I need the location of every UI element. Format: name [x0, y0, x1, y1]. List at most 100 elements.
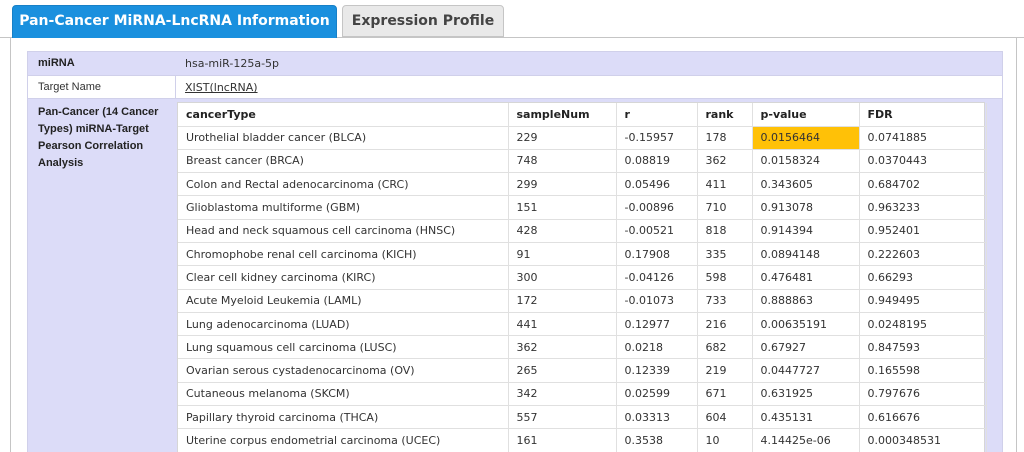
cell-r: -0.00896	[616, 195, 698, 220]
cell-p-value: 4.14425e-06	[752, 428, 860, 452]
info-table: miRNA hsa-miR-125a-5p Target Name XIST(l…	[27, 51, 1003, 452]
cell-cancer-type: Uterine corpus endometrial carcinoma (UC…	[178, 428, 509, 452]
table-row: Ovarian serous cystadenocarcinoma (OV) 2…	[178, 358, 987, 383]
tab-mirna-lncrna-information[interactable]: Pan-Cancer MiRNA-LncRNA Information	[12, 5, 337, 39]
cell-sample-num: 748	[508, 149, 617, 174]
cell-sample-num: 557	[508, 405, 617, 430]
cell-sample-num: 229	[508, 126, 617, 150]
cell-sample-num: 362	[508, 335, 617, 360]
cell-rank: 219	[697, 358, 753, 383]
cell-p-value: 0.631925	[752, 382, 860, 407]
tab-panel: miRNA hsa-miR-125a-5p Target Name XIST(l…	[10, 38, 1017, 452]
header-p-value[interactable]: p-value	[752, 103, 860, 127]
cell-cancer-type: Lung squamous cell carcinoma (LUSC)	[178, 335, 509, 360]
table-row: Colon and Rectal adenocarcinoma (CRC) 29…	[178, 172, 987, 197]
cell-fdr: 0.0741885	[859, 126, 987, 150]
cell-r: 0.05496	[616, 172, 698, 197]
target-link[interactable]: XIST(lncRNA)	[185, 81, 258, 94]
header-rank[interactable]: rank	[697, 103, 753, 127]
cell-rank: 818	[697, 219, 753, 243]
cell-rank: 362	[697, 149, 753, 174]
mirna-row: miRNA hsa-miR-125a-5p	[28, 52, 1002, 75]
cell-rank: 604	[697, 405, 753, 430]
cell-p-value: 0.435131	[752, 405, 860, 430]
cell-r: -0.04126	[616, 265, 698, 290]
cell-rank: 671	[697, 382, 753, 407]
correlation-table: cancerType sampleNum r rank p-value FDR …	[178, 103, 987, 452]
header-fdr[interactable]: FDR	[859, 103, 987, 127]
correlation-table-wrapper: cancerType sampleNum r rank p-value FDR …	[177, 102, 987, 452]
table-row: Papillary thyroid carcinoma (THCA) 557 0…	[178, 405, 987, 430]
cell-cancer-type: Acute Myeloid Leukemia (LAML)	[178, 289, 509, 313]
table-row: Glioblastoma multiforme (GBM) 151 -0.008…	[178, 195, 987, 220]
table-row: Clear cell kidney carcinoma (KIRC) 300 -…	[178, 265, 987, 290]
header-r[interactable]: r	[616, 103, 698, 127]
cell-sample-num: 151	[508, 195, 617, 220]
cell-p-value: 0.67927	[752, 335, 860, 360]
cell-rank: 178	[697, 126, 753, 150]
tab-bar: Pan-Cancer MiRNA-LncRNA Information Expr…	[0, 0, 1024, 39]
cell-fdr: 0.797676	[859, 382, 987, 407]
cell-sample-num: 441	[508, 312, 617, 337]
cell-fdr: 0.000348531	[859, 428, 987, 452]
cell-fdr: 0.66293	[859, 265, 987, 290]
cell-fdr: 0.165598	[859, 358, 987, 383]
mirna-label: miRNA	[38, 57, 75, 69]
cell-p-value: 0.00635191	[752, 312, 860, 337]
cell-rank: 682	[697, 335, 753, 360]
cell-r: 0.02599	[616, 382, 698, 407]
cell-sample-num: 161	[508, 428, 617, 452]
cell-sample-num: 300	[508, 265, 617, 290]
cell-cancer-type: Colon and Rectal adenocarcinoma (CRC)	[178, 172, 509, 197]
cell-sample-num: 299	[508, 172, 617, 197]
cell-fdr: 0.684702	[859, 172, 987, 197]
cell-cancer-type: Papillary thyroid carcinoma (THCA)	[178, 405, 509, 430]
cell-sample-num: 91	[508, 242, 617, 267]
cell-fdr: 0.847593	[859, 335, 987, 360]
cell-cancer-type: Head and neck squamous cell carcinoma (H…	[178, 219, 509, 243]
analysis-label: Pan-Cancer (14 Cancer Types) miRNA-Targe…	[38, 106, 159, 169]
cell-p-value: 0.476481	[752, 265, 860, 290]
table-row: Uterine corpus endometrial carcinoma (UC…	[178, 428, 987, 452]
table-row: Urothelial bladder cancer (BLCA) 229 -0.…	[178, 126, 987, 150]
cell-p-value: 0.914394	[752, 219, 860, 243]
cell-p-value: 0.913078	[752, 195, 860, 220]
table-row: Head and neck squamous cell carcinoma (H…	[178, 219, 987, 243]
cell-rank: 710	[697, 195, 753, 220]
cell-r: -0.01073	[616, 289, 698, 313]
cell-r: 0.3538	[616, 428, 698, 452]
cell-cancer-type: Lung adenocarcinoma (LUAD)	[178, 312, 509, 337]
cell-cancer-type: Breast cancer (BRCA)	[178, 149, 509, 174]
cell-rank: 598	[697, 265, 753, 290]
mirna-value: hsa-miR-125a-5p	[185, 57, 280, 70]
analysis-row: Pan-Cancer (14 Cancer Types) miRNA-Targe…	[28, 98, 1002, 452]
target-row: Target Name XIST(lncRNA)	[28, 75, 1002, 98]
cell-rank: 216	[697, 312, 753, 337]
cell-r: 0.12339	[616, 358, 698, 383]
cell-r: -0.00521	[616, 219, 698, 243]
cell-p-value: 0.0447727	[752, 358, 860, 383]
cell-fdr: 0.963233	[859, 195, 987, 220]
header-cancer-type[interactable]: cancerType	[178, 103, 509, 127]
cell-rank: 10	[697, 428, 753, 452]
cell-fdr: 0.949495	[859, 289, 987, 313]
cell-fdr: 0.222603	[859, 242, 987, 267]
cell-rank: 335	[697, 242, 753, 267]
tab-expression-profile[interactable]: Expression Profile	[342, 5, 504, 37]
cell-sample-num: 342	[508, 382, 617, 407]
cell-sample-num: 265	[508, 358, 617, 383]
cell-cancer-type: Ovarian serous cystadenocarcinoma (OV)	[178, 358, 509, 383]
cell-r: 0.17908	[616, 242, 698, 267]
cell-r: 0.0218	[616, 335, 698, 360]
cell-p-value: 0.343605	[752, 172, 860, 197]
cell-cancer-type: Chromophobe renal cell carcinoma (KICH)	[178, 242, 509, 267]
cell-cancer-type: Urothelial bladder cancer (BLCA)	[178, 126, 509, 150]
table-row: Chromophobe renal cell carcinoma (KICH) …	[178, 242, 987, 267]
table-row: Cutaneous melanoma (SKCM) 342 0.02599 67…	[178, 382, 987, 407]
cell-cancer-type: Clear cell kidney carcinoma (KIRC)	[178, 265, 509, 290]
cell-p-value: 0.0158324	[752, 149, 860, 174]
cell-rank: 733	[697, 289, 753, 313]
cell-r: 0.03313	[616, 405, 698, 430]
header-sample-num[interactable]: sampleNum	[508, 103, 617, 127]
cell-sample-num: 172	[508, 289, 617, 313]
